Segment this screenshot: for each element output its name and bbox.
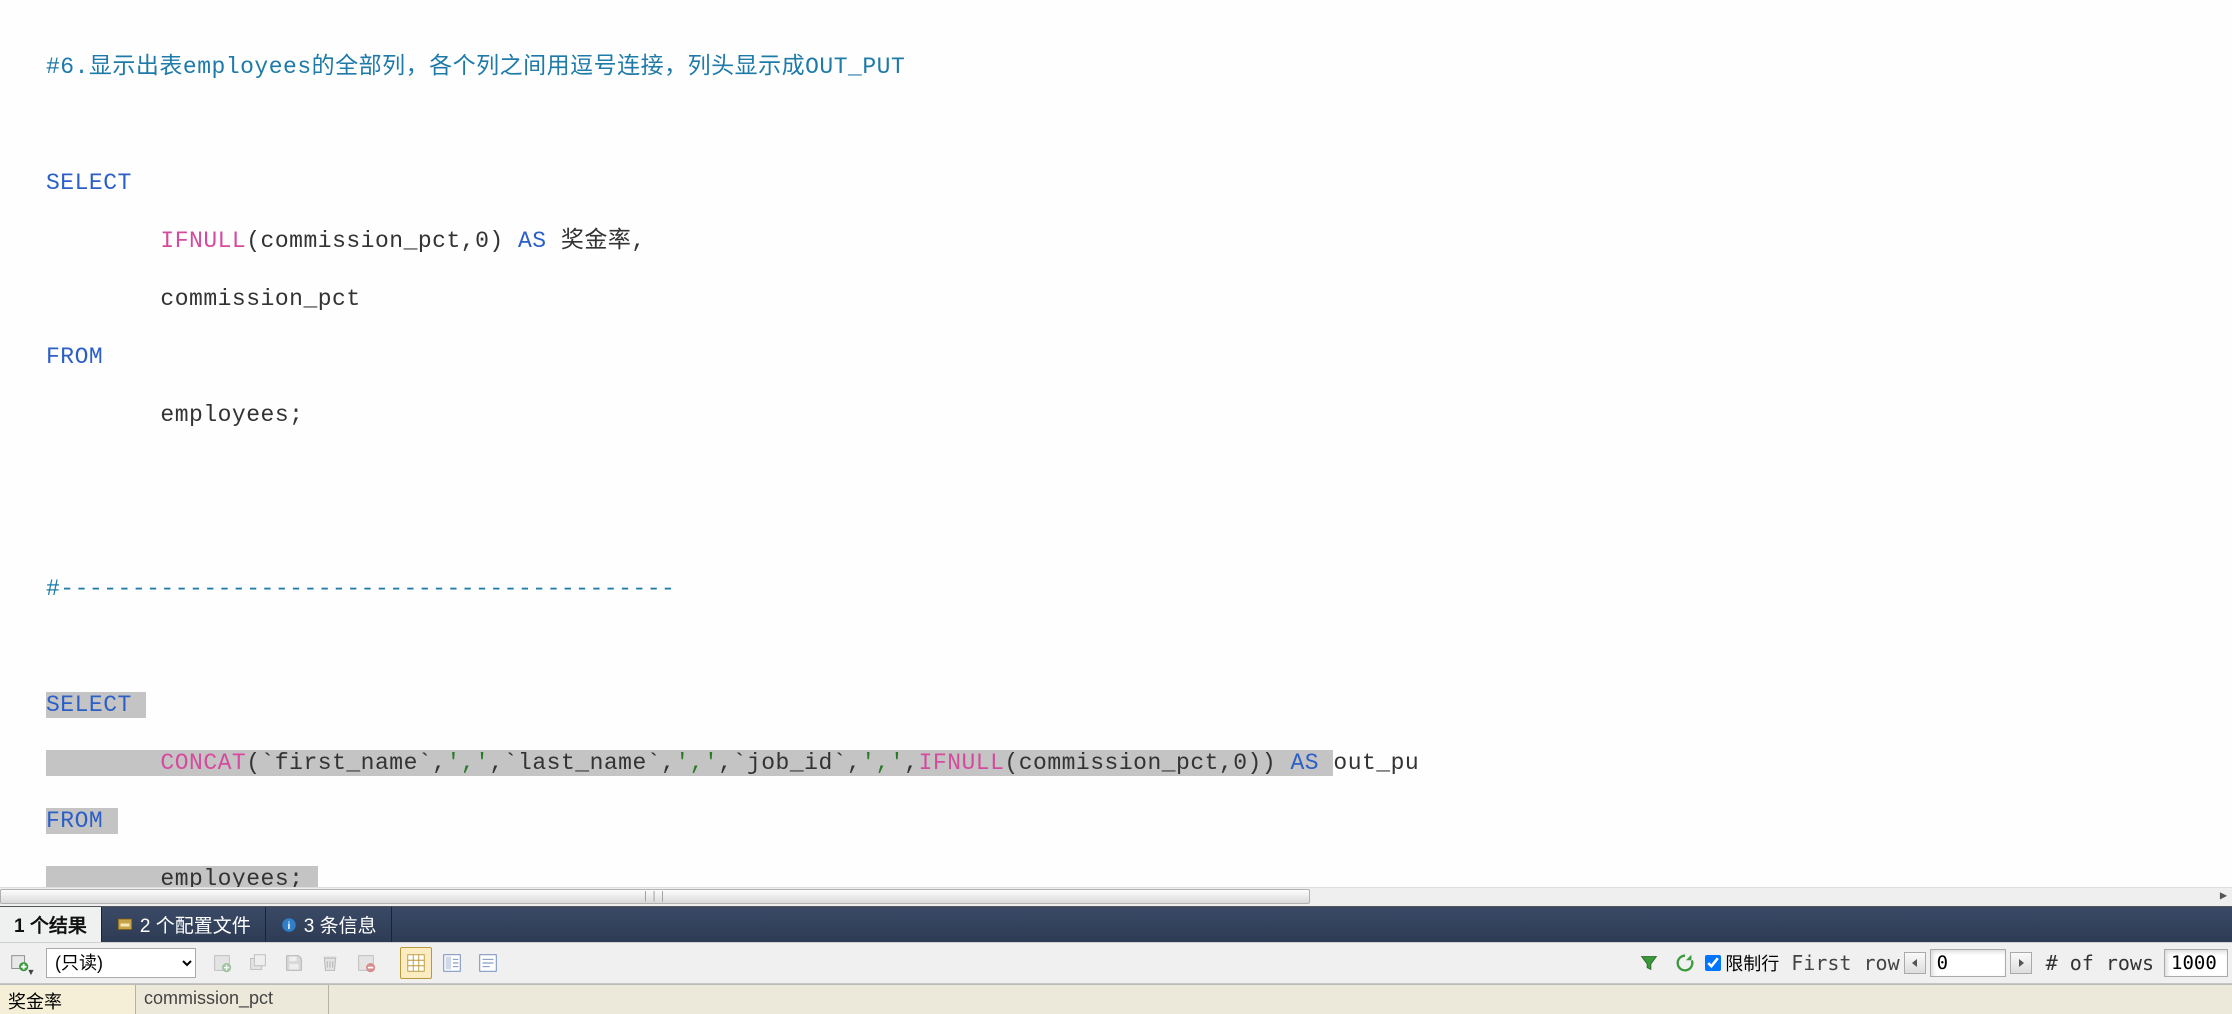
save-button[interactable] <box>278 947 310 979</box>
view-text-button[interactable] <box>472 947 504 979</box>
first-row-prev-button[interactable] <box>1904 952 1926 974</box>
tab-label: 2 个配置文件 <box>140 911 251 938</box>
keyword-select: SELECT <box>46 692 132 718</box>
fn-ifnull: IFNULL <box>160 228 246 254</box>
view-grid-button[interactable] <box>400 947 432 979</box>
first-row-input[interactable] <box>1930 949 2006 977</box>
view-form-button[interactable] <box>436 947 468 979</box>
alias-outpu: out_pu <box>1333 750 1419 776</box>
tab-label: 3 条信息 <box>304 911 377 938</box>
duplicate-row-button[interactable] <box>242 947 274 979</box>
comma: , <box>489 750 503 776</box>
table-name: employees; <box>160 866 303 887</box>
num-rows-label: # of rows <box>2046 951 2154 975</box>
col-header-bonus-rate[interactable]: 奖金率 <box>0 985 136 1014</box>
paren-open: ( <box>246 750 260 776</box>
comma: , <box>847 750 861 776</box>
separator-comment: #---------------------------------------… <box>46 576 675 602</box>
delete-row-button[interactable] <box>314 947 346 979</box>
cancel-row-button[interactable] <box>350 947 382 979</box>
str-comma: ',' <box>861 750 904 776</box>
results-tabbar: 1 个结果 2 个配置文件 i 3 条信息 <box>0 906 2232 942</box>
scrollbar-thumb[interactable]: ||| <box>0 889 1310 904</box>
str-comma: ',' <box>447 750 490 776</box>
refresh-button[interactable] <box>1669 947 1701 979</box>
first-row-next-button[interactable] <box>2010 952 2032 974</box>
num-rows-input[interactable] <box>2164 949 2228 977</box>
column: commission_pct <box>160 286 360 312</box>
col-last-name: `last_name` <box>504 750 661 776</box>
comma: , <box>718 750 732 776</box>
alias: 奖金率, <box>561 228 646 254</box>
col-header-commission-pct[interactable]: commission_pct <box>136 985 329 1014</box>
filter-button[interactable] <box>1633 947 1665 979</box>
fn-args: (commission_pct,0)) <box>1004 750 1276 776</box>
first-row-label: First row <box>1791 951 1899 975</box>
result-table-header: 奖金率 commission_pct <box>0 984 2232 1014</box>
keyword-from: FROM <box>46 344 103 370</box>
tab-messages-3[interactable]: i 3 条信息 <box>266 907 392 942</box>
col-job-id: `job_id` <box>733 750 847 776</box>
fn-concat: CONCAT <box>160 750 246 776</box>
comma: , <box>661 750 675 776</box>
str-comma: ',' <box>675 750 718 776</box>
limit-rows-input[interactable] <box>1705 955 1721 971</box>
keyword-select: SELECT <box>46 170 132 196</box>
scrollbar-grip-icon: ||| <box>642 891 668 903</box>
col-first-name: `first_name` <box>261 750 433 776</box>
table-name: employees; <box>160 402 303 428</box>
tab-profile-2[interactable]: 2 个配置文件 <box>102 907 266 942</box>
code-comment: #6.显示出表employees的全部列，各个列之间用逗号连接，列头显示成OUT… <box>46 54 905 80</box>
results-toolbar: ▼ (只读) 限制行 First row # of r <box>0 942 2232 984</box>
keyword-as: AS <box>504 228 561 254</box>
scrollbar-arrow-right-icon[interactable]: ▶ <box>2215 888 2232 905</box>
fn-ifnull: IFNULL <box>919 750 1005 776</box>
svg-text:i: i <box>287 919 290 931</box>
edit-mode-select[interactable]: (只读) <box>46 948 196 978</box>
sql-editor-pane[interactable]: #6.显示出表employees的全部列，各个列之间用逗号连接，列头显示成OUT… <box>0 0 2232 887</box>
tab-result-1[interactable]: 1 个结果 <box>0 907 102 942</box>
insert-row-button[interactable] <box>206 947 238 979</box>
profile-icon <box>116 916 134 934</box>
info-icon: i <box>280 916 298 934</box>
comma: , <box>904 750 918 776</box>
add-row-button[interactable]: ▼ <box>4 947 36 979</box>
tab-label: 1 个结果 <box>14 911 87 938</box>
comma: , <box>432 750 446 776</box>
limit-rows-label: 限制行 <box>1725 950 1779 976</box>
keyword-as: AS <box>1276 750 1333 776</box>
editor-horizontal-scrollbar[interactable]: ||| ▶ <box>0 887 2232 906</box>
limit-rows-checkbox[interactable]: 限制行 <box>1705 950 1779 976</box>
keyword-from: FROM <box>46 808 103 834</box>
fn-args: (commission_pct,0) <box>246 228 503 254</box>
